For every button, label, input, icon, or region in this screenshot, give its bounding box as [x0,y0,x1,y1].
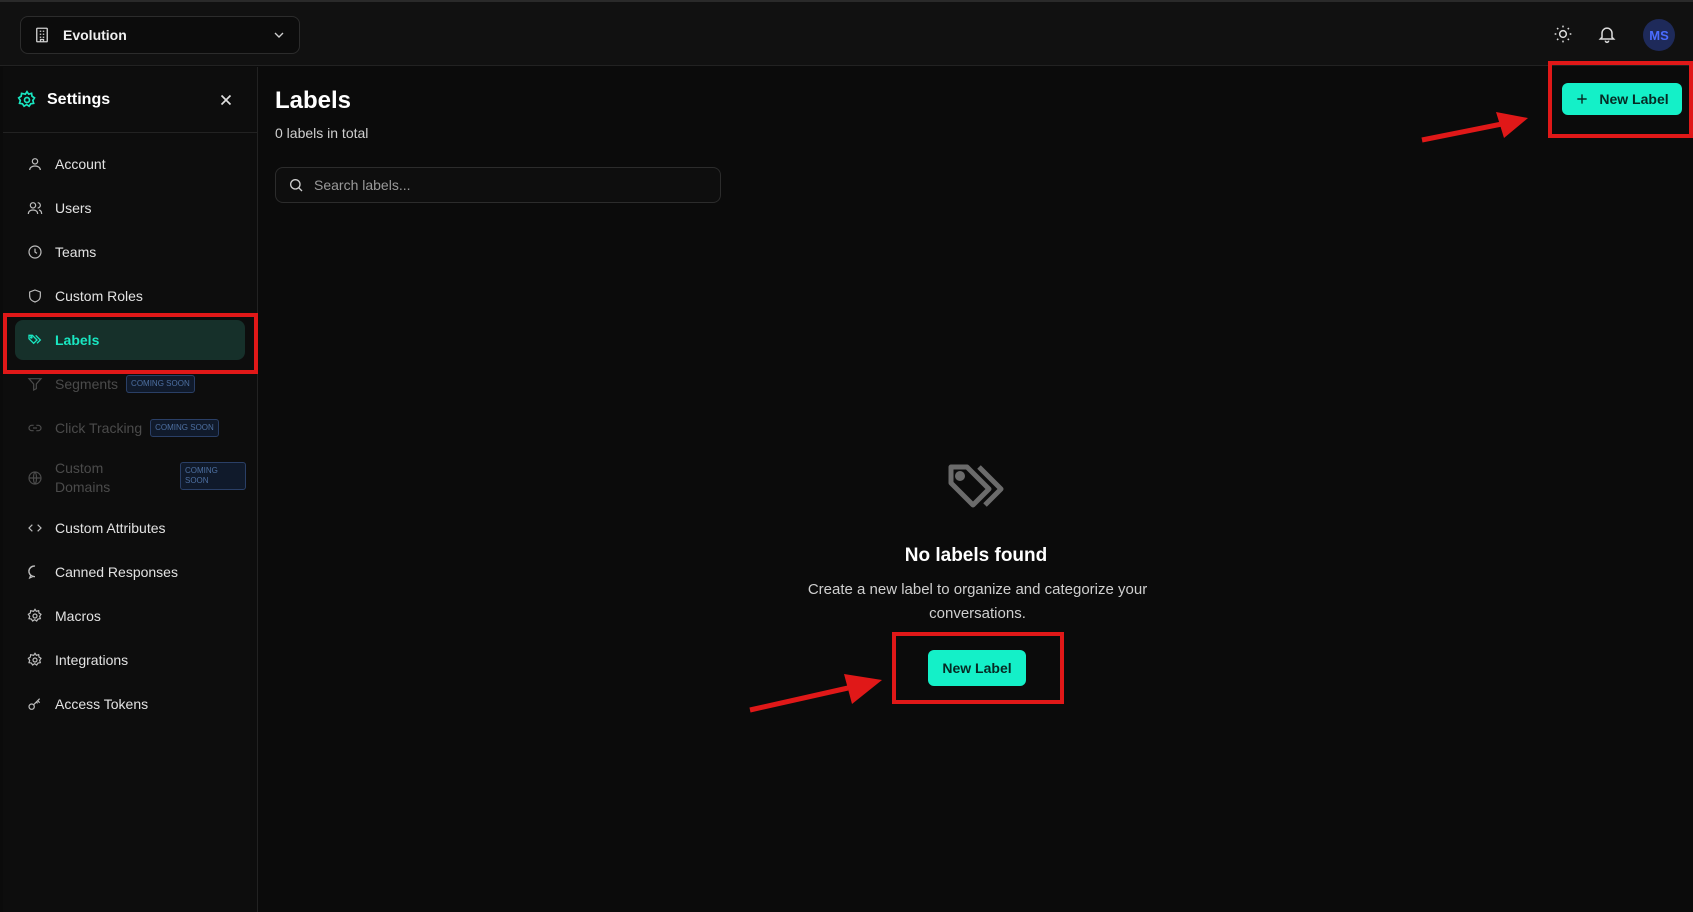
sidebar-item-access-tokens[interactable]: Access Tokens [15,684,245,724]
sidebar-item-label: Teams [55,244,97,260]
sidebar-item-label: Custom Domains [55,460,111,495]
message-icon [28,565,36,580]
avatar[interactable]: MS [1643,19,1675,51]
tags-icon [28,334,42,345]
coming-soon-badge: COMING SOON [180,462,246,490]
settings-sidebar: Settings Account Users Teams Custom Role… [3,67,258,912]
sidebar-item-custom-roles[interactable]: Custom Roles [15,276,245,316]
building-icon [36,27,48,43]
sidebar-title: Settings [47,90,111,108]
users-icon [27,202,43,215]
sidebar-item-label: Custom Attributes [55,520,166,536]
main-content: Labels 0 labels in total New Label No la… [259,67,1693,912]
empty-state-title: No labels found [904,545,1048,566]
coming-soon-badge: COMING SOON [150,419,219,437]
code-icon [28,524,42,532]
sidebar-item-label: Click Tracking [55,420,143,436]
sidebar-item-macros[interactable]: Macros [15,596,245,636]
clock-icon [28,245,42,259]
empty-state: No labels found Create a new label to or… [259,67,1693,912]
sidebar-item-label: Labels [55,332,100,348]
workspace-selector[interactable]: Evolution [20,16,300,54]
key-icon [28,698,41,710]
globe-icon [28,471,42,485]
gear-icon [27,652,42,666]
sidebar-item-teams[interactable]: Teams [15,232,245,272]
gear-icon [27,608,42,622]
link-icon [28,424,42,432]
settings-nav: Account Users Teams Custom Roles Labels … [3,133,257,724]
empty-state-new-label-button[interactable]: New Label [928,650,1026,686]
user-icon [29,158,41,171]
bell-icon[interactable] [1597,24,1617,44]
sidebar-item-custom-attributes[interactable]: Custom Attributes [15,508,245,548]
sidebar-item-label: Access Tokens [55,696,149,712]
workspace-name: Evolution [63,27,127,43]
top-bar: Evolution MS [0,0,1693,66]
sidebar-item-users[interactable]: Users [15,188,245,228]
sidebar-item-custom-domains: Custom Domains COMING SOON [15,452,246,504]
sidebar-item-segments: Segments COMING SOON [15,364,245,404]
settings-gear-icon [17,89,36,107]
sidebar-item-label: Segments [55,376,119,392]
sidebar-item-label: Canned Responses [55,564,178,580]
sun-icon[interactable] [1553,24,1573,44]
sidebar-item-account[interactable]: Account [15,144,245,184]
sidebar-item-label: Integrations [55,652,129,668]
empty-state-description: Create a new label to organize and categ… [807,581,1148,622]
sidebar-item-label: Account [55,156,106,172]
chevron-down-icon [274,32,284,38]
sidebar-item-label: Users [55,200,92,216]
filter-icon [27,378,43,391]
sidebar-item-integrations[interactable]: Integrations [15,640,245,680]
sidebar-item-label: Custom Roles [55,288,143,304]
sidebar-item-click-tracking: Click Tracking COMING SOON [15,408,245,448]
sidebar-item-label: Macros [55,608,101,624]
tags-icon [948,464,1004,508]
sidebar-item-labels[interactable]: Labels [15,320,245,360]
close-icon[interactable] [217,91,235,109]
shield-icon [29,289,41,303]
coming-soon-badge: COMING SOON [126,375,195,393]
sidebar-header: Settings [3,67,257,133]
sidebar-item-canned-responses[interactable]: Canned Responses [15,552,245,592]
